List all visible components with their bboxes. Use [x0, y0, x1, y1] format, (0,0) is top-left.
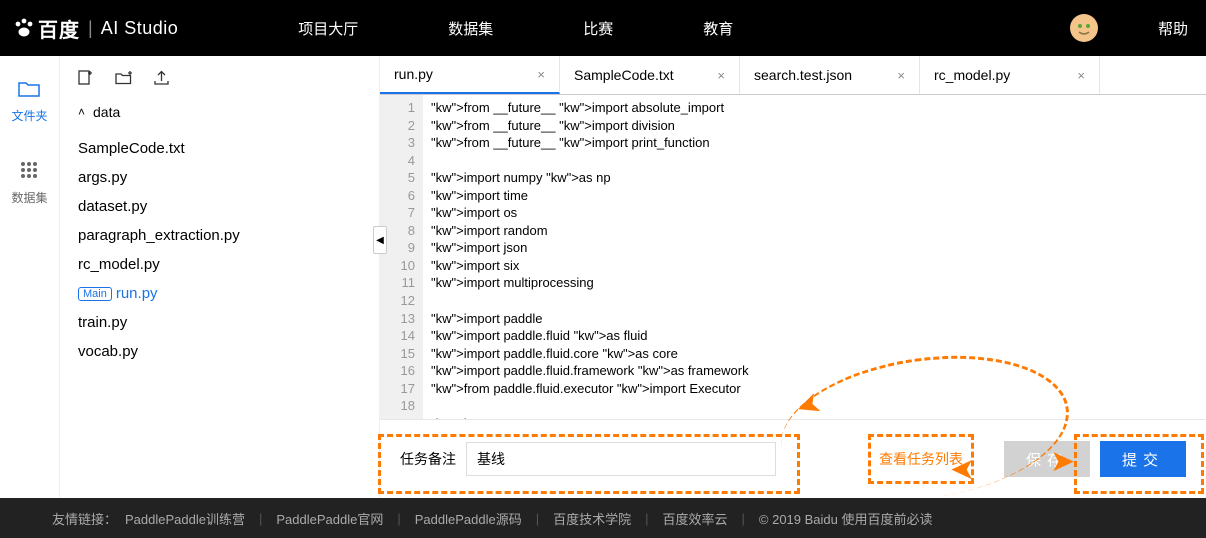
left-rail: 文件夹 数据集: [0, 56, 60, 498]
file-item[interactable]: train.py: [78, 308, 361, 337]
workspace: 文件夹 数据集 ˄ data SampleCode.txt args.py da…: [0, 56, 1206, 498]
submit-button[interactable]: 提交: [1100, 441, 1186, 477]
footer-link[interactable]: 百度技术学院: [553, 509, 631, 528]
rail-files[interactable]: 文件夹: [11, 80, 47, 124]
tab-samplecode[interactable]: SampleCode.txt ×: [560, 56, 740, 94]
baidu-paw-icon: [12, 16, 36, 40]
close-icon[interactable]: ×: [537, 67, 545, 82]
footer-link[interactable]: PaddlePaddle官网: [276, 509, 383, 528]
chevron-down-icon: ˄: [78, 105, 85, 119]
footer-copyright: © 2019 Baidu 使用百度前必读: [759, 509, 933, 528]
task-remark-label: 任务备注: [400, 449, 456, 469]
main-tag: Main: [78, 287, 112, 301]
task-remark-input[interactable]: [466, 442, 776, 476]
footer: 友情链接： PaddlePaddle训练营| PaddlePaddle官网| P…: [0, 498, 1206, 538]
file-item[interactable]: args.py: [78, 163, 361, 192]
file-item[interactable]: rc_model.py: [78, 250, 361, 279]
tab-search-json[interactable]: search.test.json ×: [740, 56, 920, 94]
close-icon[interactable]: ×: [717, 68, 725, 83]
folder-label: data: [93, 104, 120, 120]
code-content[interactable]: "kw">from __future__ "kw">import absolut…: [423, 95, 1206, 419]
nav-link-datasets[interactable]: 数据集: [448, 18, 493, 39]
tab-label: rc_model.py: [934, 67, 1010, 83]
nav-link-education[interactable]: 教育: [703, 18, 733, 39]
logo-baidu-text: 百度: [38, 14, 80, 43]
rail-dataset[interactable]: 数据集: [11, 160, 47, 206]
bottom-bar: 任务备注 查看任务列表 保存 提交: [380, 419, 1206, 498]
tab-label: SampleCode.txt: [574, 67, 674, 83]
nav-help[interactable]: 帮助: [1158, 18, 1188, 39]
tab-rc-model[interactable]: rc_model.py ×: [920, 56, 1100, 94]
nav-right: 帮助: [1070, 14, 1188, 42]
tab-label: search.test.json: [754, 67, 852, 83]
view-task-list-link[interactable]: 查看任务列表: [868, 434, 974, 484]
footer-link[interactable]: PaddlePaddle源码: [415, 509, 522, 528]
file-toolbar: [78, 70, 361, 90]
footer-link[interactable]: PaddlePaddle训练营: [125, 509, 245, 528]
close-icon[interactable]: ×: [1077, 68, 1085, 83]
folder-icon: [18, 80, 40, 101]
nav-link-competitions[interactable]: 比赛: [583, 18, 613, 39]
save-button[interactable]: 保存: [1004, 441, 1090, 477]
file-name: run.py: [116, 285, 158, 302]
editor-tabs: run.py × SampleCode.txt × search.test.json…: [380, 56, 1206, 95]
file-item[interactable]: dataset.py: [78, 192, 361, 221]
grid-icon: [19, 160, 39, 183]
rail-files-label: 文件夹: [11, 107, 47, 124]
tab-label: run.py: [394, 66, 433, 82]
logo[interactable]: 百度 | AI Studio: [12, 14, 178, 43]
code-area[interactable]: 12345678910111213141516171819▸2021222324…: [380, 95, 1206, 419]
tab-run-py[interactable]: run.py ×: [380, 56, 560, 94]
logo-ai-text: AI Studio: [101, 18, 179, 39]
nav-links: 项目大厅 数据集 比赛 教育: [298, 18, 823, 39]
line-gutter: 12345678910111213141516171819▸2021222324: [380, 95, 423, 419]
avatar[interactable]: [1070, 14, 1098, 42]
collapse-handle[interactable]: ◀: [373, 226, 387, 254]
close-icon[interactable]: ×: [897, 68, 905, 83]
upload-icon[interactable]: [154, 70, 169, 90]
new-file-icon[interactable]: [78, 70, 93, 90]
file-item[interactable]: vocab.py: [78, 337, 361, 366]
top-nav: 百度 | AI Studio 项目大厅 数据集 比赛 教育 帮助: [0, 0, 1206, 56]
footer-prefix: 友情链接：: [52, 509, 117, 528]
logo-divider: |: [88, 18, 93, 39]
file-list: SampleCode.txt args.py dataset.py paragr…: [78, 134, 361, 366]
footer-link[interactable]: 百度效率云: [663, 509, 728, 528]
rail-dataset-label: 数据集: [11, 189, 47, 206]
file-item[interactable]: SampleCode.txt: [78, 134, 361, 163]
file-panel: ˄ data SampleCode.txt args.py dataset.py…: [60, 56, 380, 498]
new-folder-icon[interactable]: [115, 71, 132, 90]
nav-link-projects[interactable]: 项目大厅: [298, 18, 358, 39]
file-item[interactable]: paragraph_extraction.py: [78, 221, 361, 250]
editor-panel: ◀ run.py× SampleCode.txt× search.test.js…: [380, 56, 1206, 498]
file-item-selected[interactable]: Main run.py: [78, 279, 361, 308]
folder-data[interactable]: ˄ data: [78, 104, 361, 120]
